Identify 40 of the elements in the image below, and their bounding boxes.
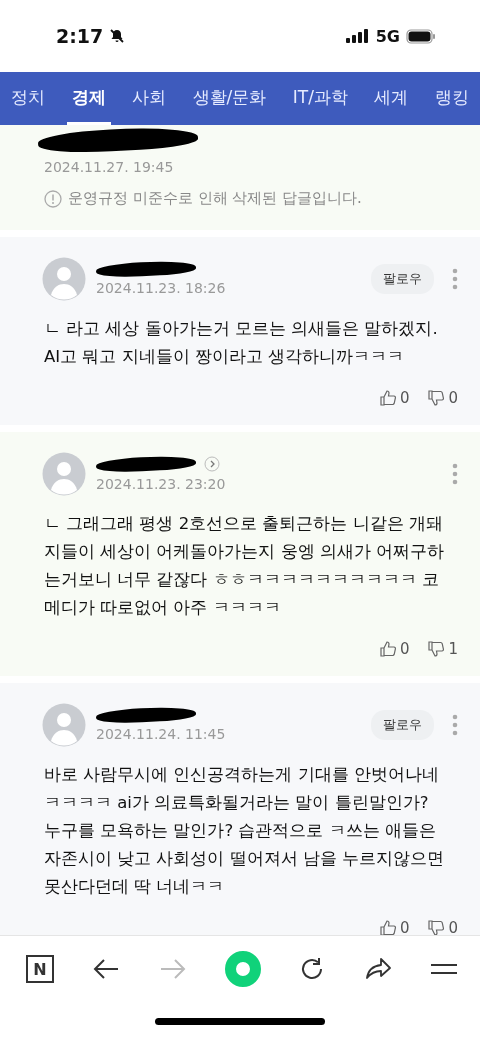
back-arrow-icon[interactable] xyxy=(92,957,121,981)
comment-text: ㄴ 그래그래 평생 2호선으로 출퇴근하는 니같은 개돼지들이 세상이 어케돌아가는지 웅엥 의새가 어쩌구하는거보니 너무 같잖다 ㅎㅎㅋㅋㅋㅋㅋㅋㅋㅋㅋㅋ 코메디가 따로없어 아주 ㅋㅋㅋㅋ xyxy=(44,513,446,619)
more-options-icon[interactable] xyxy=(452,463,458,485)
comment-date: 2024.11.24. 11:45 xyxy=(96,726,227,742)
signal-icon xyxy=(345,29,370,43)
network-label: 5G xyxy=(375,26,400,46)
comment-date: 2024.11.23. 18:26 xyxy=(96,280,227,296)
comment-text: ㄴ 라고 세상 돌아가는거 모르는 의새들은 말하겠지. AI고 뭐고 지네들이 짱이라고 생각하니까ㅋㅋㅋ xyxy=(44,318,439,368)
avatar-icon xyxy=(42,703,86,747)
follow-button[interactable]: 팔로우 xyxy=(371,710,434,740)
battery-icon xyxy=(406,28,436,44)
bell-slash-icon xyxy=(109,28,126,44)
menu-icon[interactable] xyxy=(429,961,458,977)
dislike-button[interactable]: 1 xyxy=(427,640,458,658)
comment-date: 2024.11.27. 19:45 xyxy=(44,159,175,175)
like-button[interactable]: 0 xyxy=(378,389,410,407)
like-button[interactable]: 0 xyxy=(378,919,410,935)
status-time: 2:17 xyxy=(56,25,104,47)
info-icon xyxy=(44,189,62,208)
category-tab[interactable]: 생활/문화 xyxy=(187,72,272,125)
more-options-icon[interactable] xyxy=(452,714,458,736)
avatar-icon xyxy=(42,257,86,301)
like-button[interactable]: 0 xyxy=(378,640,410,658)
chevron-right-icon[interactable] xyxy=(204,456,220,472)
dislike-button[interactable]: 0 xyxy=(427,919,458,935)
comment-date: 2024.11.23. 23:20 xyxy=(96,476,227,492)
ring-button[interactable] xyxy=(225,951,261,987)
category-tab[interactable]: 세계 xyxy=(369,72,414,125)
comment-text: 바로 사람무시에 인신공격하는게 기대를 안벗어나네ㅋㅋㅋㅋ ai가 의료특화될거라는 말이 틀린말인가? 누구를 모욕하는 말인가? 습관적으로 ㅋ쓰는 애들은 자존시이 낮고 사회성이 떨어져서 남을 누르지않으면 못산다던데 딱 너네ㅋㅋ xyxy=(44,764,446,898)
follow-button[interactable]: 팔로우 xyxy=(371,264,434,294)
home-logo-button[interactable]: N xyxy=(26,955,54,983)
deleted-notice: 운영규정 미준수로 인해 삭제된 답글입니다. xyxy=(68,189,362,208)
category-tab[interactable]: 랭킹 xyxy=(429,72,474,125)
dislike-button[interactable]: 0 xyxy=(427,389,458,407)
category-tab[interactable]: 정치 xyxy=(6,72,50,125)
category-tab[interactable]: 사회 xyxy=(127,72,172,125)
more-options-icon[interactable] xyxy=(452,268,458,290)
avatar-icon xyxy=(42,452,86,496)
share-icon[interactable] xyxy=(363,957,392,981)
category-tab[interactable]: IT/과학 xyxy=(287,72,353,125)
